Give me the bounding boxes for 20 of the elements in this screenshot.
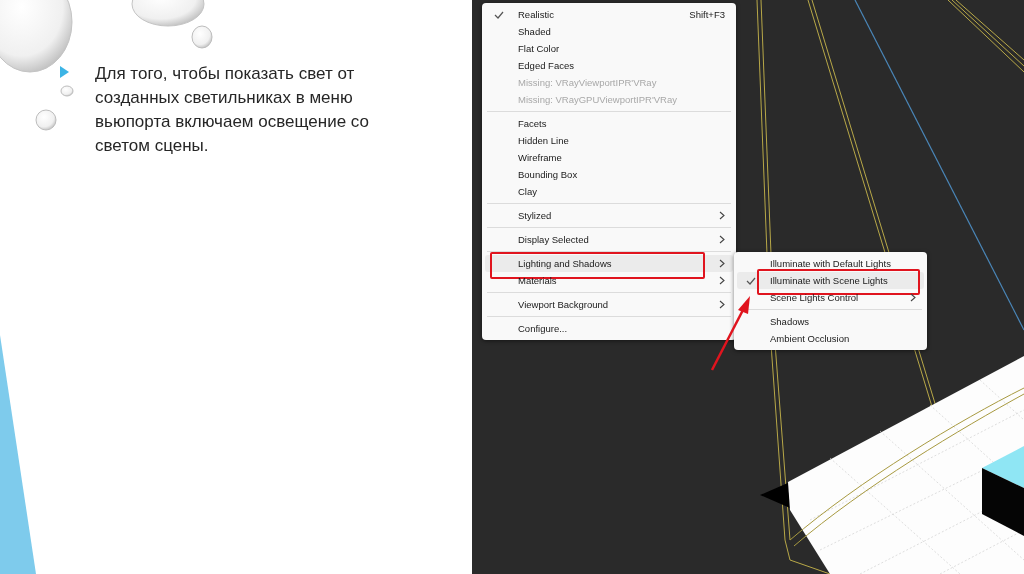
menu-item[interactable]: Shadows xyxy=(737,313,924,330)
menu-item[interactable]: Illuminate with Scene Lights xyxy=(737,272,924,289)
menu-item[interactable]: Lighting and Shadows xyxy=(485,255,733,272)
slide-text: Для того, чтобы показать свет от созданных светильниках в меню вьюпорта включаем освещение со светом сцены. xyxy=(95,63,370,157)
menu-item[interactable]: Illuminate with Default Lights xyxy=(737,255,924,272)
menu-item[interactable]: Realistic Shift+F3 xyxy=(485,6,733,23)
menu-item[interactable]: Configure... xyxy=(485,320,733,337)
menu-item[interactable]: Viewport Background xyxy=(485,296,733,313)
menu-item[interactable]: Facets xyxy=(485,115,733,132)
menu-item[interactable]: Stylized xyxy=(485,207,733,224)
menu-item[interactable]: Ambient Occlusion xyxy=(737,330,924,347)
menu-item[interactable]: Bounding Box xyxy=(485,166,733,183)
menu-item[interactable]: Wireframe xyxy=(485,149,733,166)
bullet-icon xyxy=(60,66,69,78)
menu-item[interactable]: Flat Color xyxy=(485,40,733,57)
menu-item[interactable]: Display Selected xyxy=(485,231,733,248)
menu-item[interactable]: Shaded xyxy=(485,23,733,40)
menu-item[interactable]: Hidden Line xyxy=(485,132,733,149)
menu-item[interactable]: Edged Faces xyxy=(485,57,733,74)
menu-item[interactable]: Clay xyxy=(485,183,733,200)
